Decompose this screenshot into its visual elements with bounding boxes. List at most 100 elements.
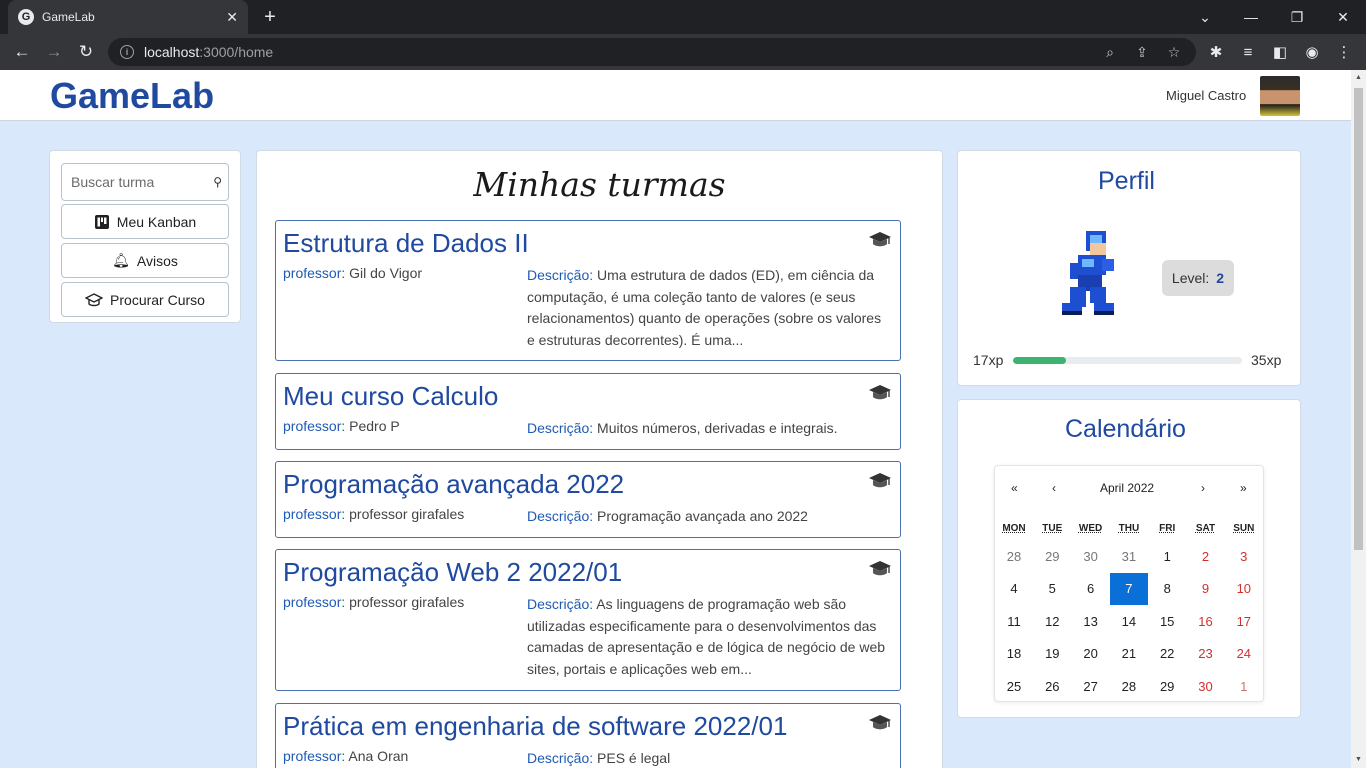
graduation-cap-icon xyxy=(869,473,891,488)
minimize-icon[interactable]: — xyxy=(1228,0,1274,34)
zoom-icon[interactable]: ⌕ xyxy=(1100,42,1120,62)
calendar-day[interactable]: 4 xyxy=(995,573,1033,605)
restore-icon[interactable]: ❐ xyxy=(1274,0,1320,34)
course-card[interactable]: Prática em engenharia de software 2022/0… xyxy=(275,703,901,768)
description-label: Descrição: xyxy=(527,750,594,766)
calendar-day[interactable]: 14 xyxy=(1110,605,1148,637)
calendar-day[interactable]: 3 xyxy=(1225,540,1263,572)
calendar-day[interactable]: 24 xyxy=(1225,638,1263,670)
calendar-day[interactable]: 10 xyxy=(1225,573,1263,605)
level-label: Level: xyxy=(1171,270,1210,286)
side-panel-icon[interactable]: ◧ xyxy=(1268,40,1292,64)
calendar-day[interactable]: 23 xyxy=(1187,638,1225,670)
calendar-title: Calendário xyxy=(1065,415,1186,443)
calendar-day[interactable]: 1 xyxy=(1225,670,1263,702)
back-icon[interactable]: ← xyxy=(10,40,34,64)
course-description: Descrição: Programação avançada ano 2022 xyxy=(527,506,889,528)
site-info-icon[interactable]: i xyxy=(120,45,134,59)
course-title[interactable]: Programação avançada 2022 xyxy=(283,469,624,500)
calendar-day[interactable]: 21 xyxy=(1110,638,1148,670)
professor-label: professor: xyxy=(283,265,346,281)
calendar-day[interactable]: 22 xyxy=(1148,638,1186,670)
calendar-day[interactable]: 28 xyxy=(995,540,1033,572)
course-title[interactable]: Programação Web 2 2022/01 xyxy=(283,557,622,588)
avatar[interactable] xyxy=(1260,76,1300,116)
scroll-down-icon[interactable]: ▼ xyxy=(1354,756,1363,765)
calendar-day[interactable]: 5 xyxy=(1033,573,1071,605)
calendar-day[interactable]: 26 xyxy=(1033,670,1071,702)
tab-title: GameLab xyxy=(42,10,95,24)
find-course-button[interactable]: Procurar Curso xyxy=(61,282,229,317)
page-scrollbar[interactable]: ▲ ▼ xyxy=(1351,70,1366,768)
calendar-day[interactable]: 28 xyxy=(1110,670,1148,702)
calendar-day[interactable]: 12 xyxy=(1033,605,1071,637)
calendar-day[interactable]: 9 xyxy=(1187,573,1225,605)
kanban-button[interactable]: Meu Kanban xyxy=(61,204,229,239)
calendar-month-label[interactable]: April 2022 xyxy=(1100,481,1154,495)
calendar-day[interactable]: 27 xyxy=(1072,670,1110,702)
browser-tab[interactable]: G GameLab ✕ xyxy=(8,0,248,34)
course-card[interactable]: Programação avançada 2022 professor: pro… xyxy=(275,461,901,538)
brand-logo[interactable]: GameLab xyxy=(50,75,214,117)
calendar-day[interactable]: 16 xyxy=(1187,605,1225,637)
professor-label: professor: xyxy=(283,418,346,434)
calendar-day[interactable]: 6 xyxy=(1072,573,1110,605)
weekday-header-mon: MON xyxy=(1002,523,1026,534)
calendar-day[interactable]: 17 xyxy=(1225,605,1263,637)
calendar-day[interactable]: 30 xyxy=(1072,540,1110,572)
course-title[interactable]: Meu curso Calculo xyxy=(283,381,498,412)
window-close-icon[interactable]: ✕ xyxy=(1320,0,1366,34)
course-card[interactable]: Estrutura de Dados II professor: Gil do … xyxy=(275,220,901,361)
next-year-button[interactable]: » xyxy=(1240,481,1247,495)
calendar-day[interactable]: 15 xyxy=(1148,605,1186,637)
calendar-day[interactable]: 30 xyxy=(1187,670,1225,702)
share-icon[interactable]: ⇪ xyxy=(1132,42,1152,62)
prev-year-button[interactable]: « xyxy=(1011,481,1018,495)
calendar-day[interactable]: 11 xyxy=(995,605,1033,637)
extensions-icon[interactable]: ✱ xyxy=(1204,40,1228,64)
tab-search-icon[interactable]: ⌄ xyxy=(1182,0,1228,34)
notices-button[interactable]: 🔔︎ Avisos xyxy=(61,243,229,278)
scrollbar-thumb[interactable] xyxy=(1354,88,1363,550)
weekday-header-sun: SUN xyxy=(1233,523,1255,534)
calendar-day[interactable]: 13 xyxy=(1072,605,1110,637)
course-description: Descrição: As linguagens de programação … xyxy=(527,594,889,680)
calendar-day[interactable]: 19 xyxy=(1033,638,1071,670)
address-bar[interactable]: i localhost:3000/home ⌕ ⇪ ☆ xyxy=(108,38,1196,66)
scroll-up-icon[interactable]: ▲ xyxy=(1354,74,1363,83)
weekday-header-wed: WED xyxy=(1078,523,1103,534)
bookmark-star-icon[interactable]: ☆ xyxy=(1164,42,1184,62)
calendar-day[interactable]: 25 xyxy=(995,670,1033,702)
bell-icon: 🔔︎ xyxy=(112,252,130,268)
calendar-day[interactable]: 29 xyxy=(1148,670,1186,702)
profile-icon[interactable]: ◉ xyxy=(1300,40,1324,64)
calendar-day[interactable]: 7 xyxy=(1109,572,1148,605)
calendar-day[interactable]: 1 xyxy=(1148,540,1186,572)
course-title[interactable]: Prática em engenharia de software 2022/0… xyxy=(283,711,787,742)
calendar-day[interactable]: 2 xyxy=(1187,540,1225,572)
reload-icon[interactable]: ↻ xyxy=(74,40,98,64)
new-tab-icon[interactable]: + xyxy=(258,5,282,29)
search-icon[interactable]: ⚲ xyxy=(213,175,222,189)
search-input[interactable] xyxy=(71,174,206,190)
calendar-day[interactable]: 8 xyxy=(1148,573,1186,605)
url-path: :3000/home xyxy=(199,44,274,60)
next-month-button[interactable]: › xyxy=(1201,481,1205,495)
course-title[interactable]: Estrutura de Dados II xyxy=(283,228,529,259)
close-tab-icon[interactable]: ✕ xyxy=(226,9,238,26)
weekday-header-sat: SAT xyxy=(1195,523,1216,534)
calendar-day[interactable]: 18 xyxy=(995,638,1033,670)
calendar-day[interactable]: 20 xyxy=(1072,638,1110,670)
calendar-day[interactable]: 31 xyxy=(1110,540,1148,572)
forward-icon[interactable]: → xyxy=(42,40,66,64)
search-box[interactable]: ⚲ xyxy=(61,163,229,201)
course-card[interactable]: Programação Web 2 2022/01 professor: pro… xyxy=(275,549,901,691)
menu-icon[interactable]: ⋮ xyxy=(1332,40,1356,64)
calendar-day[interactable]: 29 xyxy=(1033,540,1071,572)
prev-month-button[interactable]: ‹ xyxy=(1052,481,1056,495)
user-name[interactable]: Miguel Castro xyxy=(1166,88,1246,103)
course-card[interactable]: Meu curso Calculo professor: Pedro P Des… xyxy=(275,373,901,450)
graduation-cap-icon xyxy=(869,385,891,400)
description-label: Descrição: xyxy=(527,508,594,524)
media-controls-icon[interactable]: ≡ xyxy=(1236,40,1260,64)
